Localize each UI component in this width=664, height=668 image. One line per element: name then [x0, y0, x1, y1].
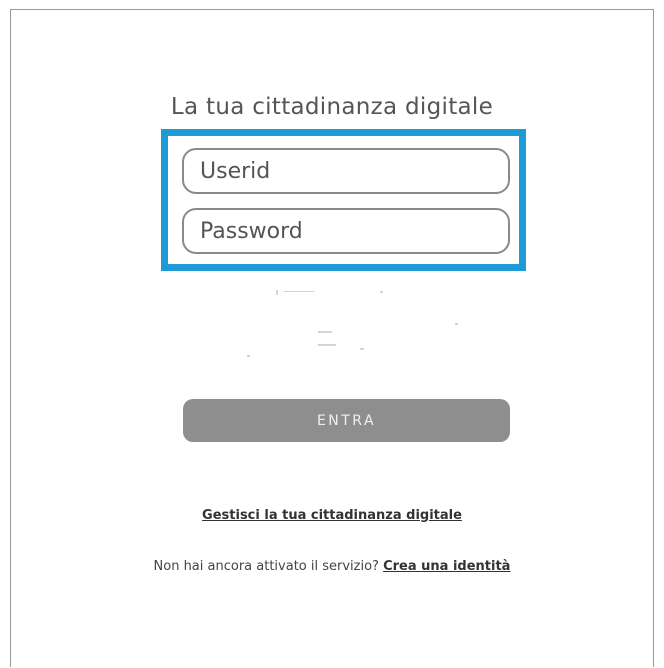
signup-prompt: Non hai ancora attivato il servizio? Cre… — [0, 559, 664, 574]
submit-button[interactable]: ENTRA — [183, 399, 510, 442]
signup-text: Non hai ancora attivato il servizio? — [153, 559, 379, 574]
manage-identity-text: Gestisci la tua cittadinanza digitale — [0, 508, 664, 523]
userid-input[interactable] — [182, 148, 510, 194]
page-title: La tua cittadinanza digitale — [170, 94, 494, 120]
password-input[interactable] — [182, 208, 510, 254]
manage-identity-link[interactable]: Gestisci la tua cittadinanza digitale — [202, 508, 462, 523]
create-identity-link[interactable]: Crea una identità — [383, 559, 510, 574]
